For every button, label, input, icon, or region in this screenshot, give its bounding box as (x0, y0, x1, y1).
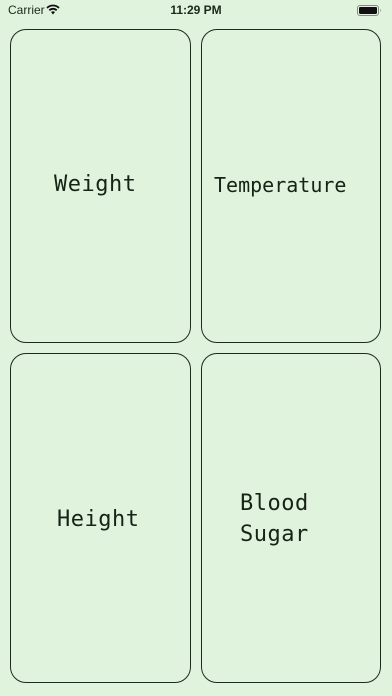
status-time: 11:29 PM (170, 3, 222, 17)
blood-sugar-card[interactable]: Blood Sugar (201, 353, 381, 683)
height-label: Height (57, 507, 140, 532)
battery-icon (357, 5, 381, 16)
blood-sugar-label-line1: Blood (240, 491, 309, 516)
status-bar: Carrier 11:29 PM (0, 0, 392, 22)
weight-label: Weight (54, 172, 137, 197)
temperature-label: Temperature (214, 173, 347, 197)
temperature-card[interactable]: Temperature (201, 29, 381, 343)
blood-sugar-label-line2: Sugar (240, 522, 309, 547)
height-card[interactable]: Height (10, 353, 191, 683)
blood-sugar-label: Blood Sugar (240, 488, 360, 550)
weight-card[interactable]: Weight (10, 29, 191, 343)
